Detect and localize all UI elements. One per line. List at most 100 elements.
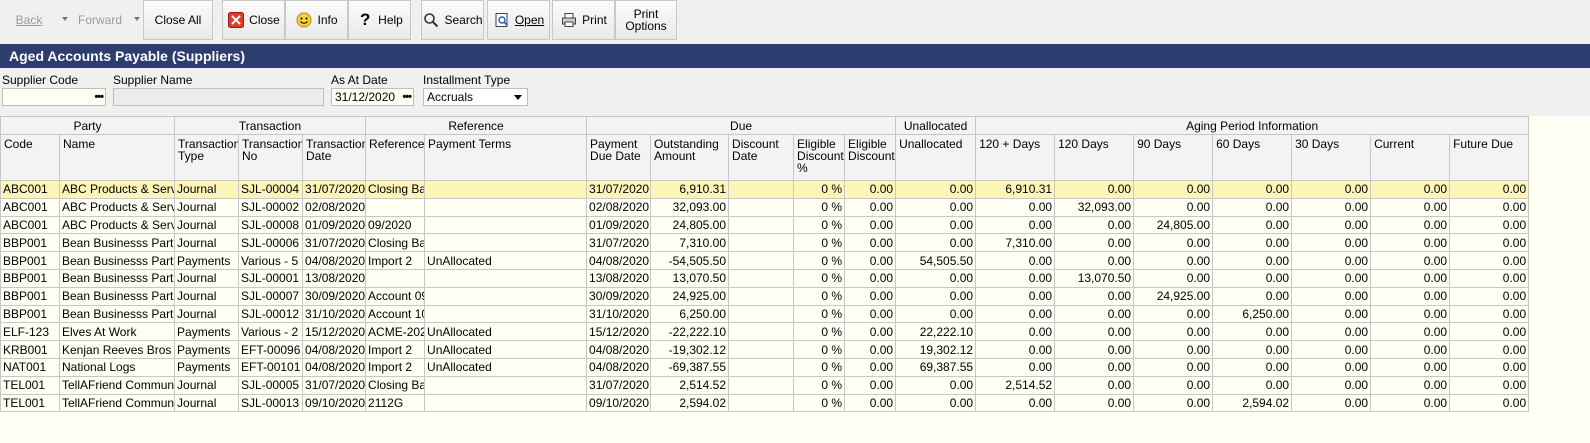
table-cell: 0 % <box>793 322 846 342</box>
search-icon <box>422 11 440 29</box>
forward-dropdown[interactable] <box>130 0 142 40</box>
chevron-down-icon <box>134 17 140 21</box>
column-header[interactable]: Transaction No <box>238 134 304 181</box>
table-cell: 0.00 <box>1449 357 1530 377</box>
table-cell: ABC Products & Services <box>58 180 176 199</box>
table-row[interactable]: BBP001Bean Businesss PartnersJournalSJL-… <box>0 233 1530 253</box>
table-cell: UnAllocated <box>424 251 588 270</box>
supplier-code-input[interactable]: ••• <box>2 88 106 106</box>
column-header[interactable]: Payment Due Date <box>586 134 652 181</box>
table-cell: 0.00 <box>1449 340 1530 359</box>
column-header[interactable]: 120 Days <box>1054 134 1135 181</box>
table-cell: Import 2 <box>365 251 426 270</box>
table-row[interactable]: BBP001Bean Businesss PartnersJournalSJL-… <box>0 268 1530 288</box>
column-header[interactable]: Future Due <box>1449 134 1530 181</box>
table-cell: 0.00 <box>844 375 897 395</box>
print-button[interactable]: Print <box>552 0 615 40</box>
table-cell <box>365 197 426 217</box>
table-cell: 0.00 <box>1054 375 1135 395</box>
table-cell <box>728 286 795 306</box>
table-cell: TEL001 <box>0 393 60 413</box>
table-cell: 0.00 <box>844 268 897 288</box>
column-header[interactable]: Current <box>1370 134 1451 181</box>
table-cell: 0.00 <box>1449 393 1530 413</box>
table-cell: 0.00 <box>1370 393 1451 413</box>
table-cell: 0.00 <box>1054 180 1135 199</box>
table-cell: -22,222.10 <box>650 322 730 342</box>
table-cell: 0 % <box>793 268 846 288</box>
table-cell: 0.00 <box>1133 251 1214 270</box>
table-row[interactable]: TEL001TellAFriend CommunicationsJournalS… <box>0 393 1530 413</box>
column-header[interactable]: 90 Days <box>1133 134 1214 181</box>
table-row[interactable]: BBP001Bean Businesss PartnersJournalSJL-… <box>0 304 1530 324</box>
help-button[interactable]: ? Help <box>348 0 411 40</box>
column-header[interactable]: Transaction Type <box>174 134 240 181</box>
table-cell: Journal <box>174 268 240 288</box>
column-header[interactable]: Name <box>58 134 176 181</box>
back-label: Back <box>15 13 43 27</box>
table-cell: 2,514.52 <box>975 375 1056 395</box>
print-options-button[interactable]: Print Options <box>615 0 677 40</box>
column-header[interactable]: Reference <box>365 134 426 181</box>
table-cell: SJL-00006 <box>238 233 304 253</box>
table-cell: 24,805.00 <box>650 215 730 235</box>
column-header[interactable]: Eligible Discount % <box>793 134 846 181</box>
column-header[interactable]: Eligible Discount <box>844 134 897 181</box>
table-cell: 69,387.55 <box>895 357 977 377</box>
table-cell: 0.00 <box>844 340 897 359</box>
ellipsis-icon[interactable]: ••• <box>402 89 412 105</box>
close-all-button[interactable]: Close All <box>143 0 213 40</box>
group-header: Transaction <box>174 116 367 135</box>
table-row[interactable]: ABC001ABC Products & ServicesJournalSJL-… <box>0 215 1530 235</box>
open-button[interactable]: Open <box>487 0 550 40</box>
group-header: Reference <box>365 116 588 135</box>
as-at-date-input[interactable]: 31/12/2020 ••• <box>331 88 414 106</box>
print-options-label: Print Options <box>625 8 666 32</box>
table-cell: 09/10/2020 <box>302 393 367 413</box>
table-cell: 0.00 <box>1212 286 1293 306</box>
table-cell: 0.00 <box>1370 322 1451 342</box>
column-header[interactable]: Transaction Date <box>302 134 367 181</box>
table-cell: 0.00 <box>1449 233 1530 253</box>
column-header[interactable]: 30 Days <box>1291 134 1372 181</box>
table-row[interactable]: BBP001Bean Businesss PartnersJournalSJL-… <box>0 286 1530 306</box>
table-cell: 0.00 <box>844 357 897 377</box>
table-row[interactable]: ABC001ABC Products & ServicesJournalSJL-… <box>0 180 1530 199</box>
table-row[interactable]: BBP001Bean Businesss PartnersPaymentsVar… <box>0 251 1530 270</box>
forward-button[interactable]: Forward <box>70 0 130 40</box>
table-cell: KRB001 <box>0 340 60 359</box>
table-row[interactable]: ABC001ABC Products & ServicesJournalSJL-… <box>0 197 1530 217</box>
supplier-name-input[interactable] <box>113 88 324 106</box>
table-cell: 0.00 <box>1212 233 1293 253</box>
column-header[interactable]: Code <box>0 134 60 181</box>
table-row[interactable]: NAT001 National Logs Payments EFT-00101 04/0… <box>0 357 1530 377</box>
column-header[interactable]: Discount Date <box>728 134 795 181</box>
close-button[interactable]: Close <box>222 0 285 40</box>
table-cell: 0 % <box>793 357 846 377</box>
table-cell: Journal <box>174 180 240 199</box>
table-cell: Bean Businesss Partners <box>58 268 176 288</box>
search-button[interactable]: Search <box>421 0 484 40</box>
table-row[interactable]: ELF-123 Elves At Work Payments Various - 21… <box>0 322 1530 342</box>
table-cell: 0.00 <box>1212 340 1293 359</box>
table-cell: 0.00 <box>1054 215 1135 235</box>
table-cell: 2,514.52 <box>650 375 730 395</box>
table-cell <box>424 304 588 324</box>
column-header[interactable]: 120 + Days <box>975 134 1056 181</box>
table-cell <box>728 268 795 288</box>
table-cell: 15/12/2020 <box>586 322 652 342</box>
installment-type-select[interactable]: Accruals <box>423 88 528 106</box>
column-header[interactable]: Payment Terms <box>424 134 588 181</box>
ellipsis-icon[interactable]: ••• <box>94 89 104 105</box>
info-button[interactable]: Info <box>285 0 348 40</box>
back-button[interactable]: Back <box>0 0 58 40</box>
installment-type-label: Installment Type <box>423 73 511 87</box>
table-row[interactable]: TEL001TellAFriend CommunicationsJournalS… <box>0 375 1530 395</box>
column-header[interactable]: Outstanding Amount <box>650 134 730 181</box>
table-row[interactable]: KRB001 Kenjan Reeves Bros Payments EFT-0009… <box>0 340 1530 359</box>
column-header[interactable]: Unallocated <box>895 134 977 181</box>
table-cell: 0.00 <box>1291 251 1372 270</box>
column-header[interactable]: 60 Days <box>1212 134 1293 181</box>
table-cell <box>728 197 795 217</box>
back-dropdown[interactable] <box>58 0 70 40</box>
